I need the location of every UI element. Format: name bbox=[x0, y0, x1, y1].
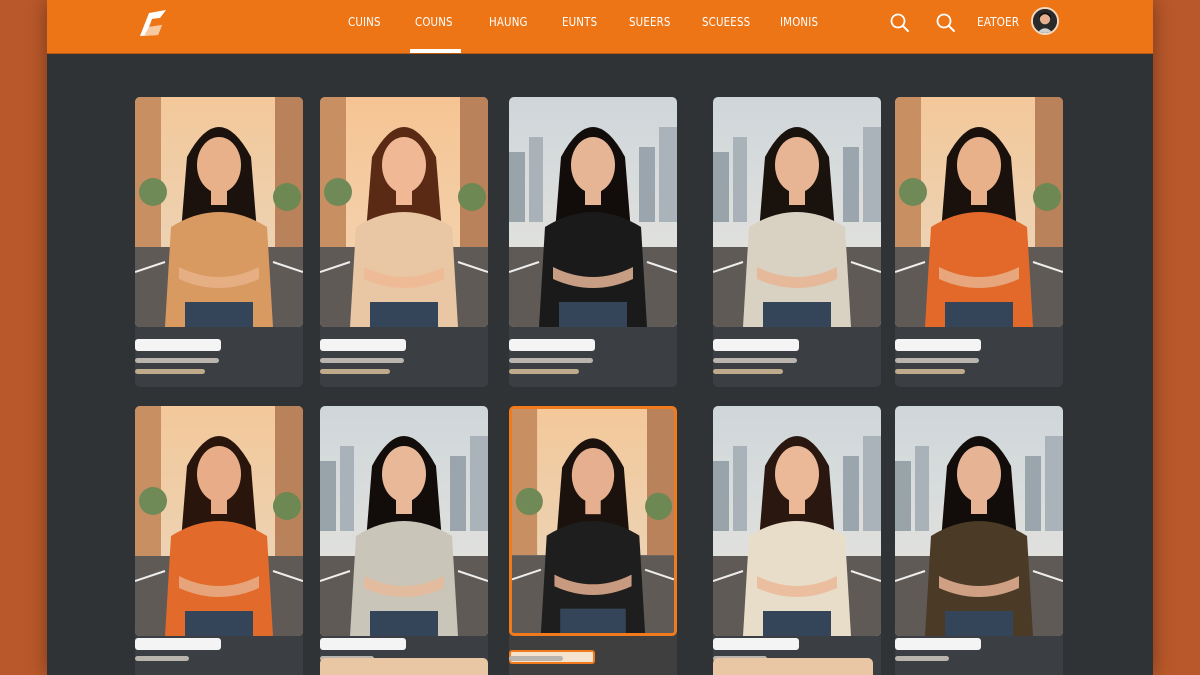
card-title-placeholder bbox=[135, 638, 221, 650]
card-subtitle-placeholder bbox=[895, 656, 949, 661]
profile-card[interactable] bbox=[509, 406, 677, 675]
profile-card[interactable] bbox=[320, 97, 488, 387]
card-subtitle-placeholder bbox=[135, 358, 219, 363]
active-tab-indicator bbox=[410, 49, 461, 53]
card-subtitle-placeholder bbox=[135, 369, 205, 374]
profile-photo[interactable] bbox=[509, 406, 677, 636]
nav-item-3[interactable]: HAUNG bbox=[489, 14, 528, 40]
profile-card[interactable] bbox=[895, 97, 1063, 387]
profile-card[interactable] bbox=[320, 406, 488, 675]
profile-card[interactable] bbox=[135, 406, 303, 675]
user-name-label[interactable]: EATOER bbox=[977, 14, 1019, 29]
nav-item-1[interactable]: CUINS bbox=[348, 14, 381, 40]
profile-card[interactable] bbox=[135, 97, 303, 387]
card-title-placeholder bbox=[320, 339, 406, 351]
profile-card[interactable] bbox=[895, 406, 1063, 675]
top-navigation-bar: CUINS COUNS HAUNG EUNTS SUEERS SCUEESS I… bbox=[47, 0, 1153, 54]
nav-item-6[interactable]: SCUEESS bbox=[702, 14, 750, 40]
card-subtitle-placeholder bbox=[895, 369, 965, 374]
card-title-placeholder bbox=[135, 339, 221, 351]
nav-item-2[interactable]: COUNS bbox=[415, 14, 453, 40]
profile-photo[interactable] bbox=[895, 97, 1063, 327]
profile-photo[interactable] bbox=[135, 406, 303, 636]
profile-card[interactable] bbox=[713, 658, 873, 675]
profile-card[interactable] bbox=[509, 97, 677, 387]
profile-photo[interactable] bbox=[135, 97, 303, 327]
profile-photo[interactable] bbox=[713, 97, 881, 327]
card-subtitle-placeholder bbox=[320, 358, 404, 363]
profile-grid bbox=[47, 54, 1153, 675]
search-icon[interactable] bbox=[889, 12, 911, 34]
brand-logo-icon[interactable] bbox=[135, 5, 171, 41]
nav-item-7[interactable]: IMONIS bbox=[780, 14, 818, 40]
search-icon[interactable] bbox=[935, 12, 957, 34]
card-title-placeholder bbox=[895, 339, 981, 351]
nav-item-5[interactable]: SUEERS bbox=[629, 14, 671, 40]
card-subtitle-placeholder bbox=[135, 656, 189, 661]
card-title-placeholder bbox=[895, 638, 981, 650]
card-subtitle-placeholder bbox=[509, 369, 579, 374]
card-subtitle-placeholder bbox=[895, 358, 979, 363]
nav-item-4[interactable]: EUNTS bbox=[562, 14, 597, 40]
app-window: CUINS COUNS HAUNG EUNTS SUEERS SCUEESS I… bbox=[47, 0, 1153, 675]
card-title-placeholder bbox=[320, 638, 406, 650]
card-title-placeholder bbox=[713, 638, 799, 650]
card-subtitle-placeholder bbox=[320, 369, 390, 374]
card-subtitle-placeholder bbox=[509, 656, 563, 661]
profile-photo[interactable] bbox=[509, 97, 677, 327]
card-title-placeholder bbox=[509, 339, 595, 351]
card-title-placeholder bbox=[713, 339, 799, 351]
card-subtitle-placeholder bbox=[713, 358, 797, 363]
profile-photo[interactable] bbox=[320, 406, 488, 636]
profile-card[interactable] bbox=[713, 406, 881, 675]
card-subtitle-placeholder bbox=[509, 358, 593, 363]
profile-card[interactable] bbox=[713, 97, 881, 387]
profile-card[interactable] bbox=[320, 658, 488, 675]
profile-photo[interactable] bbox=[895, 406, 1063, 636]
profile-photo[interactable] bbox=[320, 97, 488, 327]
card-subtitle-placeholder bbox=[713, 369, 783, 374]
user-avatar[interactable] bbox=[1031, 7, 1059, 35]
profile-photo[interactable] bbox=[713, 406, 881, 636]
